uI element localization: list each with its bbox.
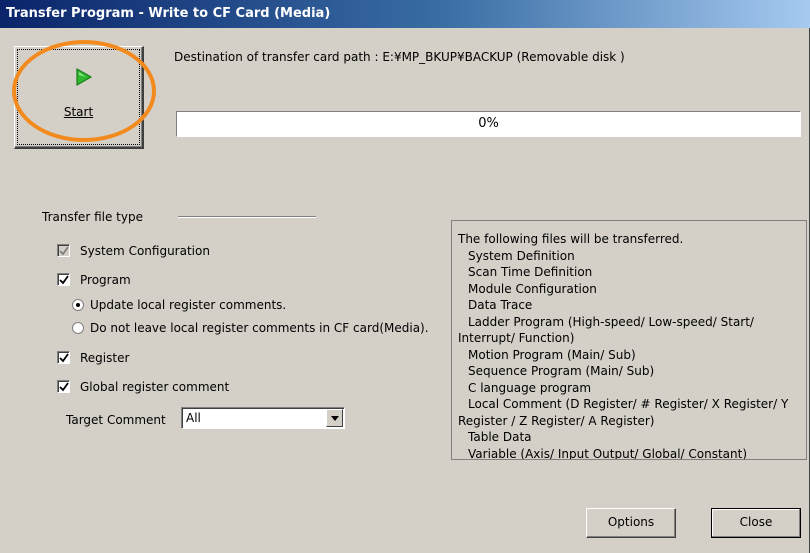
file-list-item: C language program <box>468 380 592 395</box>
file-list-item: Data Trace <box>468 298 533 312</box>
destination-path-text: Destination of transfer card path : E:¥M… <box>174 50 625 64</box>
transfer-dialog: Transfer Program - Write to CF Card (Med… <box>0 0 810 553</box>
system-configuration-checkbox <box>57 244 70 257</box>
do-not-leave-comments-radio[interactable] <box>72 322 84 334</box>
close-button[interactable]: Close <box>711 508 801 538</box>
target-comment-label: Target Comment <box>66 413 166 427</box>
file-list-header: The following files will be transferred. <box>458 232 684 246</box>
file-list-item: Variable (Axis/ Input Output/ Global/ Co… <box>468 446 748 460</box>
file-list-item: Register / Z Register/ A Register) <box>458 413 655 428</box>
window-title: Transfer Program - Write to CF Card (Med… <box>0 0 810 28</box>
file-list-item: Sequence Program (Main/ Sub) <box>468 364 655 378</box>
system-configuration-label: System Configuration <box>80 244 210 258</box>
program-checkbox[interactable] <box>57 273 70 286</box>
file-list-item: Module Configuration <box>468 281 597 296</box>
global-register-comment-label: Global register comment <box>80 380 230 394</box>
register-label: Register <box>80 351 130 365</box>
group-divider <box>178 216 316 218</box>
file-list-item: Motion Program (Main/ Sub) <box>468 347 636 362</box>
target-comment-select[interactable]: All <box>181 407 345 429</box>
file-list-item: System Definition <box>468 248 575 263</box>
do-not-leave-comments-label: Do not leave local register comments in … <box>90 321 429 335</box>
chevron-down-icon[interactable] <box>326 409 343 427</box>
highlight-circle <box>12 40 156 142</box>
program-label: Program <box>80 273 131 287</box>
update-local-comments-label: Update local register comments. <box>90 298 287 312</box>
file-list-item: Ladder Program (High-speed/ Low-speed/ S… <box>468 314 754 329</box>
transfer-file-list[interactable]: The following files will be transferred.… <box>451 220 807 460</box>
global-register-comment-checkbox[interactable] <box>57 380 70 393</box>
transfer-file-type-label: Transfer file type <box>42 210 143 224</box>
update-local-comments-radio[interactable] <box>72 299 84 311</box>
options-button[interactable]: Options <box>586 508 676 538</box>
progress-text: 0% <box>478 116 499 131</box>
file-list-item: Table Data <box>468 430 532 444</box>
file-list-item: Local Comment (D Register/ # Register/ X… <box>468 397 789 411</box>
progress-bar: 0% <box>176 111 801 137</box>
file-list-item: Scan Time Definition <box>468 265 593 279</box>
target-comment-value: All <box>186 411 201 425</box>
register-checkbox[interactable] <box>57 351 70 364</box>
file-list-item: Interrupt/ Function) <box>458 331 575 345</box>
